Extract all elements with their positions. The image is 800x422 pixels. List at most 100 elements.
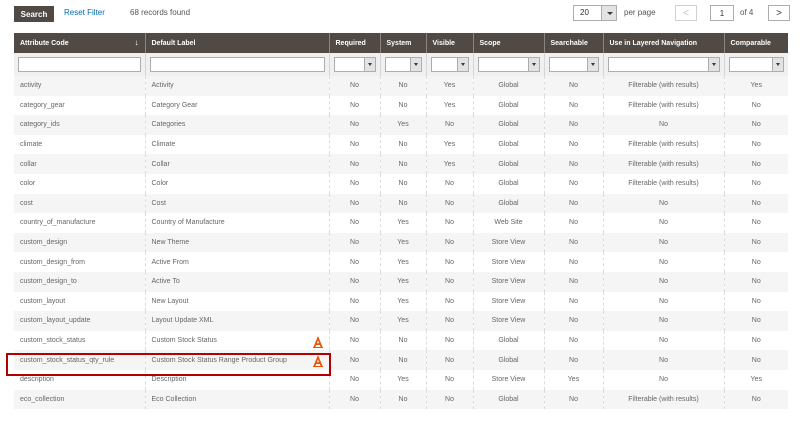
total-pages-label: of 4	[740, 8, 754, 17]
required-cell: No	[329, 193, 381, 214]
visible-filter-select[interactable]	[430, 57, 469, 72]
system-cell: Yes	[380, 252, 427, 272]
visible-cell: No	[426, 232, 474, 253]
table-row[interactable]: cost Cost No No No Global No No No	[14, 193, 788, 214]
required-cell: No	[329, 173, 381, 194]
attribute-code-filter-input[interactable]	[18, 57, 141, 72]
layered-navigation-cell: No	[603, 311, 725, 331]
required-cell: No	[329, 389, 381, 410]
comparable-cell: No	[724, 115, 788, 135]
warning-icon[interactable]	[313, 354, 323, 368]
table-row[interactable]: category_ids Categories No Yes No Global No No N…	[14, 115, 788, 135]
table-row[interactable]: custom_design_from Active From No Yes No Stor…	[14, 252, 788, 272]
chevron-down-icon[interactable]	[772, 58, 783, 71]
default-label-cell: New Layout	[145, 291, 330, 312]
column-header-required[interactable]: Required	[329, 33, 381, 53]
searchable-filter-select[interactable]	[548, 57, 599, 72]
table-row[interactable]: activity Activity No No Yes Global No Filterabl…	[14, 76, 788, 96]
scope-cell: Global	[473, 389, 545, 410]
system-cell: No	[380, 173, 427, 194]
attribute-code-cell: activity	[14, 76, 146, 96]
previous-page-button[interactable]: <	[675, 5, 697, 21]
reset-filter-link[interactable]: Reset Filter	[64, 8, 105, 17]
comparable-filter-select[interactable]	[728, 57, 784, 72]
comparable-cell: No	[724, 134, 788, 155]
system-cell: No	[380, 389, 427, 410]
table-row[interactable]: custom_layout New Layout No Yes No Store View…	[14, 291, 788, 312]
layered-navigation-cell: No	[603, 330, 725, 351]
table-row[interactable]: custom_design_to Active To No Yes No Store Vi…	[14, 271, 788, 292]
table-row[interactable]: custom_design New Theme No Yes No Store View N…	[14, 232, 788, 253]
comparable-cell: No	[724, 271, 788, 292]
default-label-cell: Custom Stock Status Range Product Group	[145, 350, 330, 370]
table-row[interactable]: custom_layout_update Layout Update XML No Y…	[14, 311, 788, 331]
warning-icon[interactable]	[313, 335, 323, 348]
visible-cell: No	[426, 389, 474, 410]
current-page-input[interactable]: 1	[710, 5, 734, 21]
chevron-down-icon[interactable]	[527, 58, 539, 71]
required-filter-select[interactable]	[333, 57, 376, 72]
column-header-system[interactable]: System	[380, 33, 427, 53]
column-header-visible[interactable]: Visible	[426, 33, 474, 53]
table-row[interactable]: climate Climate No No Yes Global No Filterable …	[14, 134, 788, 155]
table-row[interactable]: description Description No Yes No Store View Y…	[14, 369, 788, 390]
table-row[interactable]: collar Collar No No Yes Global No Filterable (w…	[14, 154, 788, 174]
next-page-button[interactable]: >	[768, 5, 790, 21]
default-label-cell: New Theme	[145, 232, 330, 253]
required-cell: No	[329, 154, 381, 174]
chevron-down-icon[interactable]	[586, 58, 598, 71]
required-cell: No	[329, 232, 381, 253]
column-header-label: Attribute Code	[20, 39, 69, 47]
system-cell: Yes	[380, 369, 427, 390]
column-header-layered-navigation[interactable]: Use in Layered Navigation	[603, 33, 725, 53]
system-cell: Yes	[380, 115, 427, 135]
visible-cell: No	[426, 252, 474, 272]
attribute-code-cell: custom_design	[14, 232, 146, 253]
chevron-down-icon[interactable]	[601, 6, 616, 20]
system-filter-select[interactable]	[384, 57, 422, 72]
layered-navigation-cell: No	[603, 115, 725, 135]
column-header-comparable[interactable]: Comparable	[724, 33, 788, 53]
scope-filter-select[interactable]	[477, 57, 540, 72]
layered-navigation-filter-select[interactable]	[607, 57, 720, 72]
comparable-cell: No	[724, 232, 788, 253]
default-label-filter-input[interactable]	[149, 57, 325, 72]
scope-cell: Global	[473, 173, 545, 194]
required-cell: No	[329, 76, 381, 96]
filter-cell	[145, 53, 330, 76]
table-row[interactable]: custom_stock_status Custom Stock Status No…	[14, 330, 788, 351]
chevron-down-icon[interactable]	[363, 58, 375, 71]
visible-cell: No	[426, 330, 474, 351]
column-header-default-label[interactable]: Default Label	[145, 33, 330, 53]
required-cell: No	[329, 311, 381, 331]
searchable-cell: No	[544, 389, 604, 410]
searchable-cell: No	[544, 232, 604, 253]
column-header-attribute-code[interactable]: Attribute Code ↓	[14, 33, 146, 53]
table-row[interactable]: eco_collection Eco Collection No No No Global…	[14, 389, 788, 410]
comparable-cell: No	[724, 193, 788, 214]
search-button[interactable]: Search	[14, 6, 54, 22]
table-row[interactable]: color Color No No No Global No Filterable (with…	[14, 173, 788, 194]
default-label-cell: Active From	[145, 252, 330, 272]
comparable-cell: No	[724, 291, 788, 312]
chevron-down-icon[interactable]	[409, 58, 421, 71]
table-row[interactable]: custom_stock_status_qty_rule Custom Stock…	[14, 350, 788, 370]
column-header-scope[interactable]: Scope	[473, 33, 545, 53]
per-page-select[interactable]: 20	[573, 5, 617, 21]
sort-down-arrow-icon[interactable]: ↓	[135, 38, 139, 47]
chevron-down-icon[interactable]	[707, 58, 719, 71]
default-label-cell: Description	[145, 369, 330, 390]
default-label-cell: Country of Manufacture	[145, 213, 330, 233]
chevron-down-icon[interactable]	[456, 58, 468, 71]
layered-navigation-cell: Filterable (with results)	[603, 134, 725, 155]
scope-cell: Store View	[473, 369, 545, 390]
visible-cell: No	[426, 271, 474, 292]
required-cell: No	[329, 369, 381, 390]
default-label-cell: Collar	[145, 154, 330, 174]
table-row[interactable]: country_of_manufacture Country of Manufac…	[14, 213, 788, 233]
column-header-searchable[interactable]: Searchable	[544, 33, 604, 53]
system-cell: No	[380, 154, 427, 174]
attribute-code-cell: description	[14, 369, 146, 390]
attribute-code-cell: custom_layout	[14, 291, 146, 312]
table-row[interactable]: category_gear Category Gear No No Yes Global N…	[14, 95, 788, 116]
